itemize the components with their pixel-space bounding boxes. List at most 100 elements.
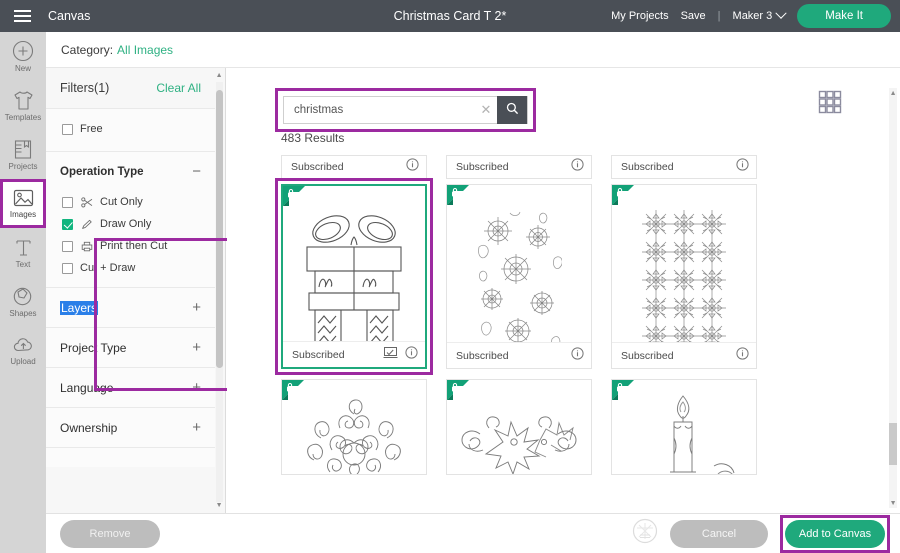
sidebar-item-text[interactable]: Text [0, 228, 46, 277]
scroll-down-arrow-icon[interactable]: ▼ [216, 502, 223, 509]
subscription-label: Subscribed [292, 348, 345, 361]
filter-option-label: Draw Only [100, 218, 152, 230]
lock-icon [612, 380, 638, 406]
plus-circle-icon [12, 40, 34, 62]
tshirt-icon [12, 90, 35, 111]
card-body[interactable]: Subscribed [281, 184, 427, 369]
left-tool-rail: New Templates Projects Images Text Shape… [0, 32, 46, 553]
search-input[interactable] [284, 104, 475, 116]
filters-scrollbar-thumb[interactable] [216, 90, 223, 368]
sidebar-item-shapes[interactable]: Shapes [0, 277, 46, 326]
info-icon[interactable] [406, 158, 419, 176]
remove-button[interactable]: Remove [60, 519, 160, 548]
filter-section-layers: Layers + [46, 287, 215, 327]
draw-operation-icon[interactable] [383, 346, 398, 364]
sidebar-item-projects[interactable]: Projects [0, 130, 46, 179]
image-card[interactable]: Subscribed Subscribed [446, 155, 592, 369]
image-card[interactable] [281, 379, 427, 475]
sidebar-item-label: New [14, 64, 31, 73]
sidebar-item-images[interactable]: Images [0, 179, 46, 228]
cancel-button[interactable]: Cancel [670, 519, 768, 548]
make-it-button[interactable]: Make It [797, 4, 891, 28]
search-button[interactable] [497, 96, 527, 124]
card-footer-icons [736, 346, 749, 365]
checkbox-free[interactable] [62, 123, 73, 135]
card-body[interactable]: Subscribed [446, 184, 592, 369]
sidebar-item-upload[interactable]: Upload [0, 326, 46, 375]
language-header[interactable]: Language + [46, 368, 215, 407]
image-results-grid: Subscribed Subscribed Subscribed Subscri… [275, 155, 856, 475]
collapse-toggle-icon[interactable]: − [192, 164, 201, 179]
category-value[interactable]: All Images [117, 43, 173, 57]
filter-option-print-then-cut[interactable]: Print then Cut [46, 235, 215, 257]
sidebar-item-new[interactable]: New [0, 32, 46, 81]
image-card[interactable] [446, 379, 592, 475]
card-body[interactable] [446, 379, 592, 475]
scroll-up-arrow-icon[interactable]: ▲ [890, 90, 897, 97]
info-icon[interactable] [571, 346, 584, 365]
lock-icon [447, 185, 473, 211]
info-icon[interactable] [405, 345, 418, 364]
image-card[interactable]: Subscribed Subscribed [611, 155, 757, 369]
add-to-canvas-button[interactable]: Add to Canvas [785, 519, 885, 548]
card-body[interactable] [611, 379, 757, 475]
image-card[interactable] [611, 379, 757, 475]
filters-title: Filters(1) [60, 81, 110, 95]
category-label: Category: [61, 42, 114, 57]
checkbox-print-then-cut[interactable] [62, 240, 73, 252]
card-footer: Subscribed [447, 342, 591, 368]
lock-icon [612, 185, 638, 211]
filter-section-ownership: Ownership + [46, 407, 215, 447]
expand-toggle-icon[interactable]: + [192, 340, 201, 355]
grid-view-icon[interactable] [818, 90, 842, 119]
filter-option-label: Cut Only [100, 196, 143, 208]
upload-cloud-icon [12, 336, 35, 355]
filter-option-label: Free [80, 123, 103, 135]
ownership-header[interactable]: Ownership + [46, 408, 215, 447]
sidebar-item-label: Templates [4, 112, 42, 122]
subscription-label: Subscribed [456, 349, 509, 362]
image-card[interactable]: Subscribed Subscribed [275, 155, 433, 375]
expand-toggle-icon[interactable]: + [192, 380, 201, 395]
machine-selector[interactable]: Maker 3 [733, 7, 787, 22]
sidebar-item-templates[interactable]: Templates [0, 81, 46, 130]
section-title: Layers [60, 300, 99, 315]
card-body[interactable]: Subscribed [611, 184, 757, 369]
scroll-up-arrow-icon[interactable]: ▲ [216, 72, 223, 79]
info-icon[interactable] [736, 346, 749, 365]
filter-option-free[interactable]: Free [62, 123, 201, 135]
clear-all-button[interactable]: Clear All [156, 81, 201, 95]
results-scrollbar-thumb[interactable] [889, 423, 897, 465]
hamburger-icon[interactable] [0, 10, 44, 22]
sidebar-item-label: Text [15, 259, 31, 269]
card-header: Subscribed [611, 155, 757, 179]
operation-type-header[interactable]: Operation Type − [46, 152, 215, 191]
search-highlight-box: ✕ [275, 88, 536, 132]
info-icon[interactable] [736, 158, 749, 176]
my-projects-link[interactable]: My Projects [611, 10, 668, 22]
expand-toggle-icon[interactable]: + [192, 420, 201, 435]
filter-option-draw-only[interactable]: Draw Only [46, 213, 215, 235]
category-bar: Category: All Images [46, 32, 900, 68]
project-type-header[interactable]: Project Type + [46, 328, 215, 367]
card-body[interactable] [281, 379, 427, 475]
checkbox-draw-only[interactable] [62, 218, 73, 230]
footer-actions: Cancel Add to Canvas [632, 514, 900, 553]
chevron-down-icon [775, 7, 787, 19]
scroll-down-arrow-icon[interactable]: ▼ [890, 500, 897, 507]
divider: | [717, 10, 721, 22]
save-button[interactable]: Save [681, 10, 706, 22]
expand-toggle-icon[interactable]: + [192, 300, 201, 315]
info-icon[interactable] [571, 158, 584, 176]
filter-option-cut-plus-draw[interactable]: Cut + Draw [46, 257, 215, 287]
sidebar-item-label: Upload [10, 356, 36, 366]
canvas-label[interactable]: Canvas [48, 9, 90, 23]
image-icon [12, 188, 35, 208]
cricut-mat-icon [632, 518, 658, 549]
layers-header[interactable]: Layers + [46, 288, 215, 327]
filter-option-cut-only[interactable]: Cut Only [46, 191, 215, 213]
close-icon[interactable]: ✕ [475, 102, 497, 118]
filter-option-label: Cut + Draw [80, 262, 136, 274]
checkbox-cut-plus-draw[interactable] [62, 262, 73, 274]
checkbox-cut-only[interactable] [62, 196, 73, 208]
